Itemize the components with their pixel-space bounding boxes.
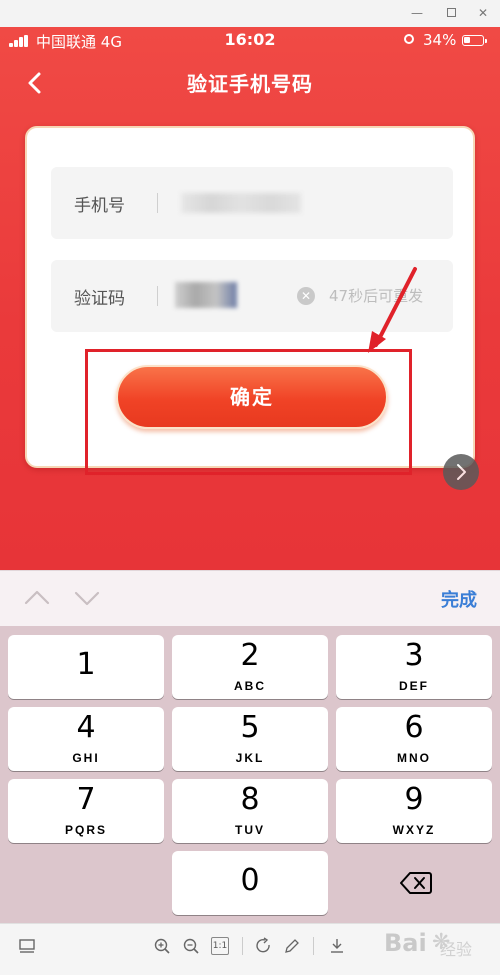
- key-digit: 2: [240, 638, 260, 673]
- status-bar: 中国联通 4G 16:02 34%: [0, 27, 500, 55]
- key-digit: 4: [76, 710, 96, 745]
- key-digit: 1: [76, 647, 96, 682]
- watermark-suffix: 经验: [440, 940, 473, 959]
- keyboard-toolbar: 完成: [0, 570, 500, 627]
- clear-circle-icon[interactable]: ✕: [297, 287, 315, 305]
- maximize-button[interactable]: [440, 4, 462, 22]
- download-icon[interactable]: [328, 937, 346, 955]
- thumbnail-icon[interactable]: [18, 937, 36, 955]
- key-3[interactable]: 3 DEF: [336, 635, 492, 699]
- chevron-right-icon: [457, 464, 466, 480]
- zoom-out-icon[interactable]: [182, 937, 200, 955]
- key-letters: PQRS: [64, 823, 107, 837]
- phone-field[interactable]: 手机号: [51, 167, 453, 239]
- pencil-icon[interactable]: [283, 937, 301, 955]
- annotation-arrow: [368, 267, 417, 353]
- chevron-up-icon[interactable]: [24, 585, 50, 611]
- window-titlebar: — ✕: [0, 0, 500, 27]
- phone-value-blurred: [181, 193, 301, 213]
- key-digit: 7: [76, 782, 96, 817]
- rotate-icon[interactable]: [255, 937, 273, 955]
- key-letters: ABC: [234, 679, 266, 693]
- key-6[interactable]: 6 MNO: [336, 707, 492, 771]
- key-letters: WXYZ: [392, 823, 436, 837]
- key-9[interactable]: 9 WXYZ: [336, 779, 492, 843]
- maximize-icon: [446, 8, 456, 17]
- nav-bar: 验证手机号码: [0, 55, 500, 111]
- key-digit: 5: [240, 710, 260, 745]
- done-button[interactable]: 完成: [441, 586, 477, 612]
- key-letters: TUV: [235, 823, 265, 837]
- key-letters: JKL: [235, 751, 265, 765]
- code-value-blurred: [175, 282, 237, 308]
- field-divider: [157, 286, 158, 306]
- key-8[interactable]: 8 TUV: [172, 779, 328, 843]
- key-letters: MNO: [397, 751, 431, 765]
- zoom-in-icon[interactable]: [153, 937, 171, 955]
- key-digit: 9: [404, 782, 424, 817]
- phone-screen: 中国联通 4G 16:02 34% 验证手机号码 手机号 验证码 ✕ 47秒后可…: [0, 27, 500, 923]
- key-digit: 3: [404, 638, 424, 673]
- key-digit: 8: [240, 782, 260, 817]
- minimize-button[interactable]: —: [406, 4, 428, 22]
- watermark-text: Bai: [384, 929, 427, 957]
- numeric-keypad: 1 2 ABC 3 DEF 4 GHI 5 JKL 6 MNO 7 PQRS 8 TUV 9 W…: [0, 626, 500, 923]
- close-window-button[interactable]: ✕: [472, 4, 494, 22]
- key-digit: 0: [240, 863, 260, 898]
- key-5[interactable]: 5 JKL: [172, 707, 328, 771]
- toolbar-divider: [242, 937, 243, 955]
- actual-size-button[interactable]: 1:1: [211, 937, 229, 955]
- page-title: 验证手机号码: [187, 72, 313, 96]
- key-1[interactable]: 1: [8, 635, 164, 699]
- toolbar-divider: [313, 937, 314, 955]
- key-2[interactable]: 2 ABC: [172, 635, 328, 699]
- key-4[interactable]: 4 GHI: [8, 707, 164, 771]
- chevron-down-icon[interactable]: [74, 585, 100, 611]
- field-divider: [157, 193, 158, 213]
- key-0[interactable]: 0: [172, 851, 328, 915]
- highlight-box: [85, 349, 412, 475]
- next-page-button[interactable]: [443, 454, 479, 490]
- phone-label: 手机号: [74, 196, 125, 216]
- key-letters: GHI: [72, 751, 100, 765]
- battery-percent: 34%: [423, 31, 457, 49]
- delete-key[interactable]: [336, 851, 492, 915]
- rotation-lock-icon: [404, 34, 414, 44]
- code-label: 验证码: [74, 289, 125, 309]
- backspace-icon: [400, 872, 432, 894]
- viewer-toolbar: 1:1 Bai ❋ 经验: [0, 923, 500, 975]
- battery-icon: [462, 35, 487, 46]
- key-7[interactable]: 7 PQRS: [8, 779, 164, 843]
- key-digit: 6: [404, 710, 424, 745]
- key-letters: DEF: [399, 679, 429, 693]
